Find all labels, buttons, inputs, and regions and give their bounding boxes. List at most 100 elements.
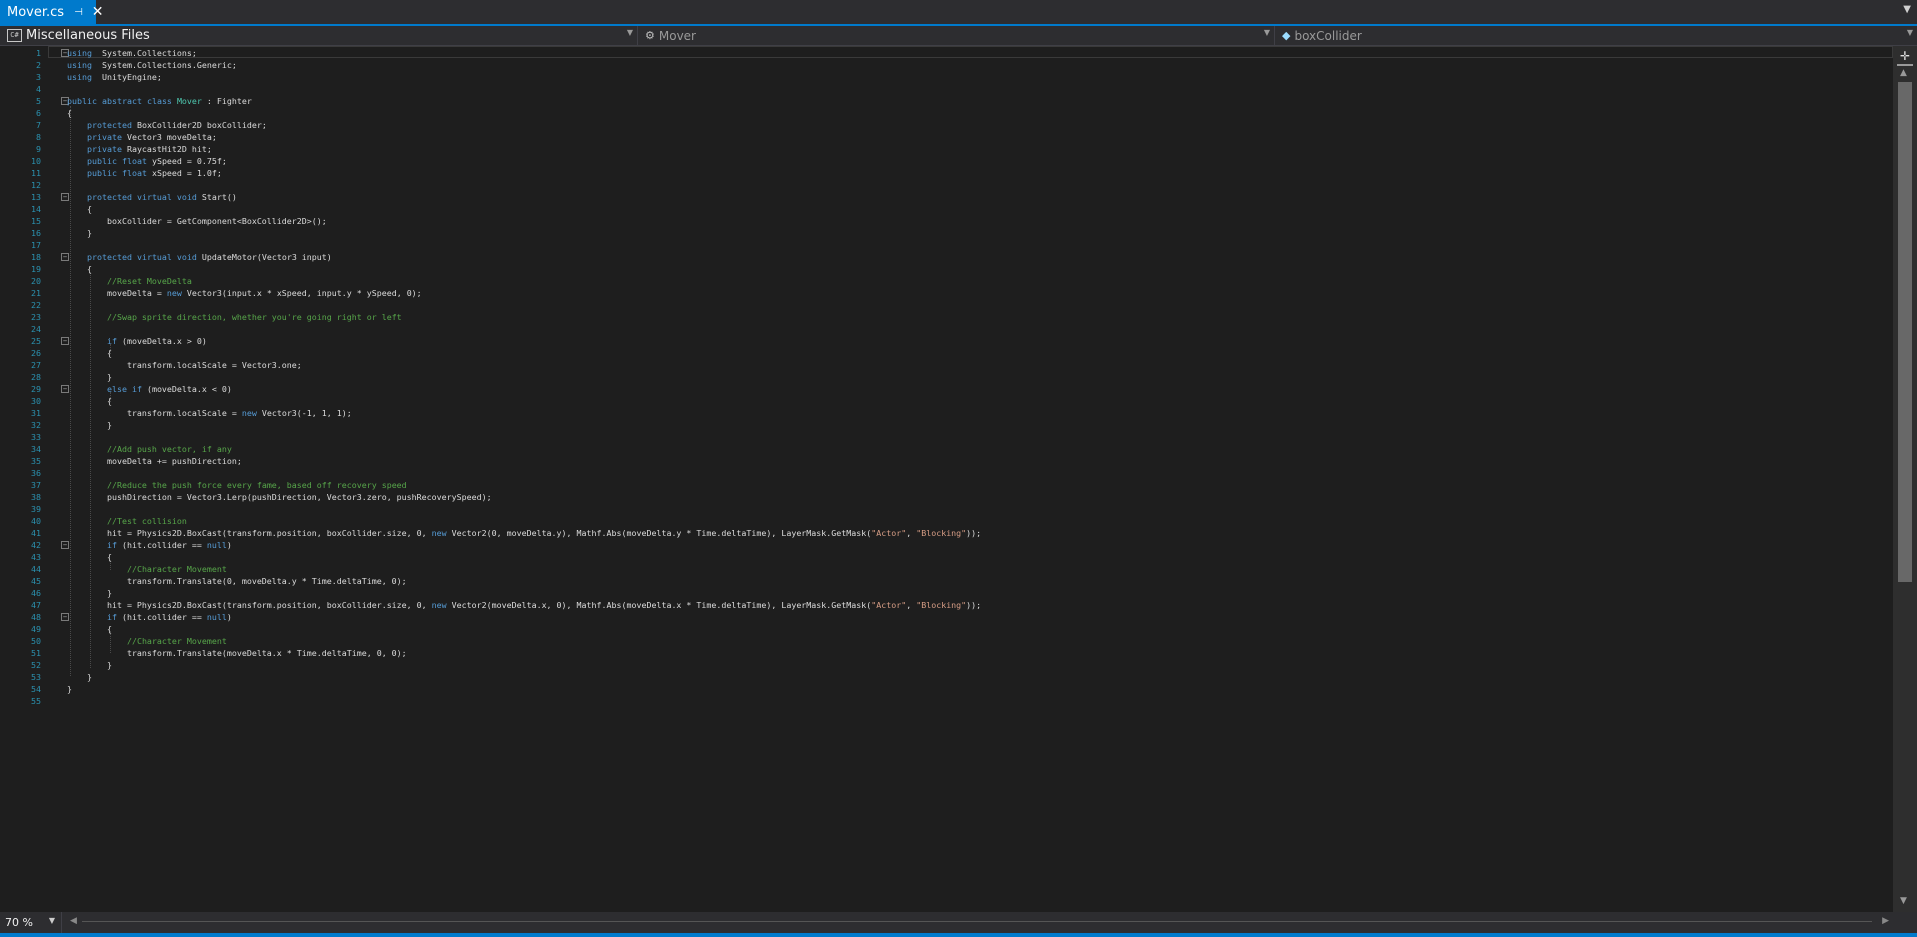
code-line[interactable]: 47 hit = Physics2D.BoxCast(transform.pos… xyxy=(0,599,1893,611)
code-line[interactable]: 52 } xyxy=(0,659,1893,671)
code-line[interactable]: 33 xyxy=(0,431,1893,443)
scroll-down-icon[interactable]: ▼ xyxy=(1900,896,1907,906)
code-token: new xyxy=(431,600,447,610)
code-line[interactable]: 39 xyxy=(0,503,1893,515)
code-line[interactable]: 16 } xyxy=(0,227,1893,239)
code-line[interactable]: 19 { xyxy=(0,263,1893,275)
code-line[interactable]: 24 xyxy=(0,323,1893,335)
code-line[interactable]: 21 moveDelta = new Vector3(input.x * xSp… xyxy=(0,287,1893,299)
code-line[interactable]: 45 transform.Translate(0, moveDelta.y * … xyxy=(0,575,1893,587)
code-line[interactable]: 53 } xyxy=(0,671,1893,683)
code-line[interactable]: 15 boxCollider = GetComponent<BoxCollide… xyxy=(0,215,1893,227)
code-line[interactable]: 18− protected virtual void UpdateMotor(V… xyxy=(0,251,1893,263)
code-text: { xyxy=(67,623,112,635)
code-line[interactable]: 51 transform.Translate(moveDelta.x * Tim… xyxy=(0,647,1893,659)
code-line[interactable]: 29− else if (moveDelta.x < 0) xyxy=(0,383,1893,395)
code-line[interactable]: 23 //Swap sprite direction, whether you'… xyxy=(0,311,1893,323)
code-line[interactable]: 3 using UnityEngine; xyxy=(0,71,1893,83)
code-line[interactable]: 1− using System.Collections; xyxy=(0,47,1893,59)
code-line[interactable]: 20 //Reset MoveDelta xyxy=(0,275,1893,287)
pin-icon[interactable]: ⊣ xyxy=(74,7,83,18)
line-number: 46 xyxy=(31,588,41,598)
code-line[interactable]: 34 //Add push vector, if any xyxy=(0,443,1893,455)
type-dropdown[interactable]: ⚙ Mover ▼ xyxy=(639,26,1275,45)
code-line[interactable]: 44 //Character Movement xyxy=(0,563,1893,575)
tab-overflow-chevron-down-icon[interactable]: ▼ xyxy=(1903,4,1911,15)
scroll-left-icon[interactable]: ◀ xyxy=(70,916,77,926)
code-line[interactable]: 13− protected virtual void Start() xyxy=(0,191,1893,203)
close-icon[interactable]: ✕ xyxy=(92,5,104,19)
code-token: void xyxy=(176,252,197,262)
code-line[interactable]: 49 { xyxy=(0,623,1893,635)
code-line[interactable]: 48− if (hit.collider == null) xyxy=(0,611,1893,623)
code-token: if xyxy=(106,540,117,550)
horizontal-scrollbar[interactable]: ◀ ▶ xyxy=(64,912,1893,933)
code-token: void xyxy=(176,192,197,202)
code-token: //Test collision xyxy=(106,516,187,526)
code-line[interactable]: 27 transform.localScale = Vector3.one; xyxy=(0,359,1893,371)
code-line[interactable]: 30 { xyxy=(0,395,1893,407)
line-number: 25 xyxy=(31,336,41,346)
code-line[interactable]: 42− if (hit.collider == null) xyxy=(0,539,1893,551)
code-line[interactable]: 40 //Test collision xyxy=(0,515,1893,527)
member-dropdown[interactable]: ◆ boxCollider ▼ xyxy=(1276,26,1917,45)
code-line[interactable]: 17 xyxy=(0,239,1893,251)
code-line[interactable]: 35 moveDelta += pushDirection; xyxy=(0,455,1893,467)
field-icon: ◆ xyxy=(1282,29,1291,42)
scrollbar-thumb[interactable] xyxy=(1898,82,1912,582)
zoom-dropdown[interactable]: 70 % ▼ xyxy=(0,912,62,933)
code-line[interactable]: 36 xyxy=(0,467,1893,479)
project-dropdown[interactable]: C# Miscellaneous Files ▼ xyxy=(0,26,638,45)
code-line[interactable]: 6{ xyxy=(0,107,1893,119)
line-number: 31 xyxy=(31,408,41,418)
code-editor[interactable]: 1− using System.Collections; 2 using System… xyxy=(0,46,1893,912)
code-text: using UnityEngine; xyxy=(67,71,162,83)
vertical-scrollbar[interactable]: ✛ ▲ ▼ xyxy=(1893,46,1917,912)
code-line[interactable]: 55 xyxy=(0,695,1893,707)
code-line[interactable]: 14 { xyxy=(0,203,1893,215)
code-line[interactable]: 41 hit = Physics2D.BoxCast(transform.pos… xyxy=(0,527,1893,539)
code-token: : Fighter xyxy=(201,96,252,106)
code-token: abstract xyxy=(101,96,142,106)
code-line[interactable]: 2 using System.Collections.Generic; xyxy=(0,59,1893,71)
code-line[interactable]: 31 transform.localScale = new Vector3(-1… xyxy=(0,407,1893,419)
code-line[interactable]: 38 pushDirection = Vector3.Lerp(pushDire… xyxy=(0,491,1893,503)
code-line[interactable]: 46 } xyxy=(0,587,1893,599)
code-line[interactable]: 32 } xyxy=(0,419,1893,431)
split-window-icon[interactable]: ✛ xyxy=(1900,49,1910,63)
code-line[interactable]: 10 public float ySpeed = 0.75f; xyxy=(0,155,1893,167)
line-number: 19 xyxy=(31,264,41,274)
code-token: Start() xyxy=(196,192,237,202)
code-line[interactable]: 8 private Vector3 moveDelta; xyxy=(0,131,1893,143)
tab-mover-cs[interactable]: Mover.cs ⊣ ✕ xyxy=(0,0,104,24)
code-line[interactable]: 37 //Reduce the push force every fame, b… xyxy=(0,479,1893,491)
splitter-handle[interactable] xyxy=(1897,64,1913,66)
code-line[interactable]: 54} xyxy=(0,683,1893,695)
code-token: UnityEngine; xyxy=(91,72,162,82)
code-line[interactable]: 11 public float xSpeed = 1.0f; xyxy=(0,167,1893,179)
code-text: //Reset MoveDelta xyxy=(67,275,192,287)
code-line[interactable]: 7 protected BoxCollider2D boxCollider; xyxy=(0,119,1893,131)
code-line[interactable]: 5− public abstract class Mover : Fighter xyxy=(0,95,1893,107)
code-line[interactable]: 25− if (moveDelta.x > 0) xyxy=(0,335,1893,347)
code-text: } xyxy=(67,371,112,383)
horizontal-scroll-track[interactable] xyxy=(82,921,1872,922)
code-line[interactable]: 50 //Character Movement xyxy=(0,635,1893,647)
code-token: )); xyxy=(966,528,982,538)
code-line[interactable]: 28 } xyxy=(0,371,1893,383)
code-line[interactable]: 4 xyxy=(0,83,1893,95)
code-line[interactable]: 43 { xyxy=(0,551,1893,563)
code-line[interactable]: 22 xyxy=(0,299,1893,311)
code-line[interactable]: 9 private RaycastHit2D hit; xyxy=(0,143,1893,155)
code-line[interactable]: 12 xyxy=(0,179,1893,191)
scroll-up-icon[interactable]: ▲ xyxy=(1900,68,1907,78)
line-number: 32 xyxy=(31,420,41,430)
code-line[interactable]: 26 { xyxy=(0,347,1893,359)
code-token: } xyxy=(67,228,92,238)
scroll-right-icon[interactable]: ▶ xyxy=(1882,916,1889,926)
